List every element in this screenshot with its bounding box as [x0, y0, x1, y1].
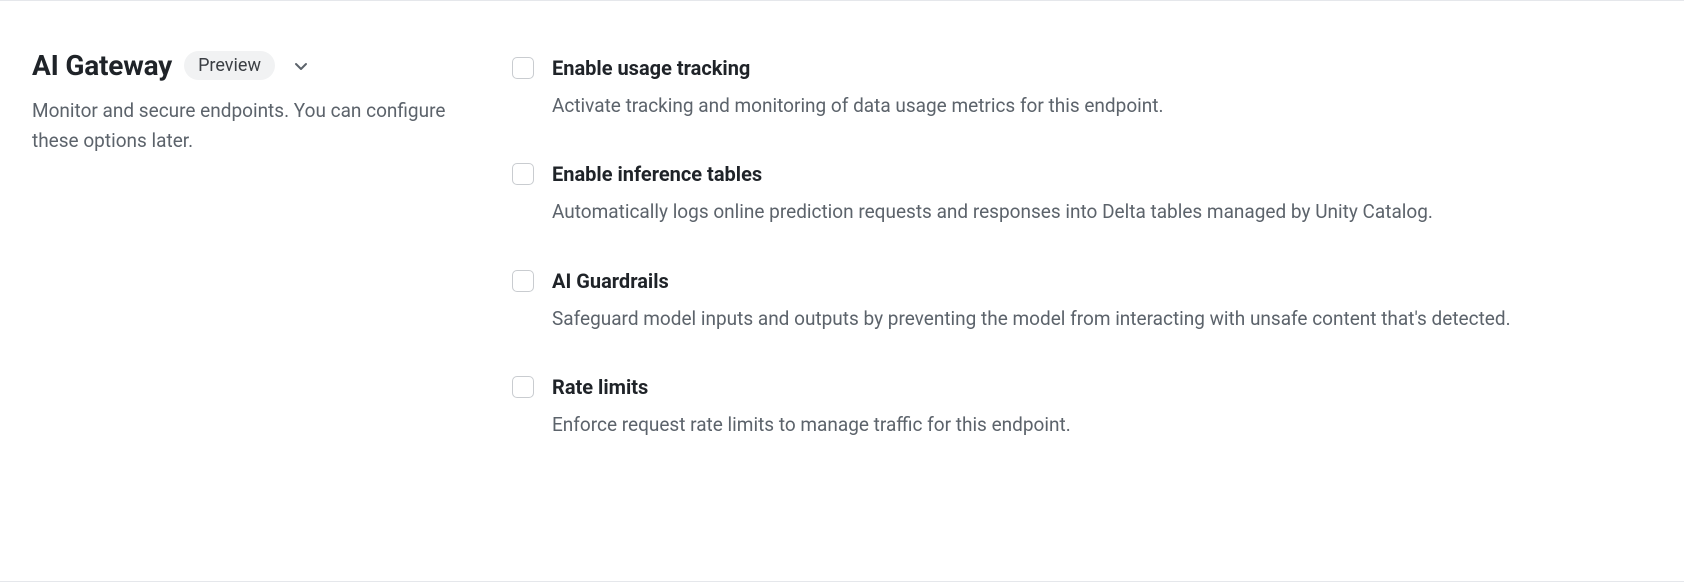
- chevron-down-icon[interactable]: [291, 56, 311, 76]
- option-title: AI Guardrails: [552, 268, 1652, 294]
- usage-tracking-checkbox[interactable]: [512, 57, 534, 79]
- option-text: AI Guardrails Safeguard model inputs and…: [552, 268, 1652, 334]
- ai-gateway-section: AI Gateway Preview Monitor and secure en…: [0, 0, 1684, 582]
- option-ai-guardrails: AI Guardrails Safeguard model inputs and…: [512, 268, 1652, 334]
- option-inference-tables: Enable inference tables Automatically lo…: [512, 161, 1652, 227]
- option-text: Enable usage tracking Activate tracking …: [552, 55, 1652, 121]
- option-description: Activate tracking and monitoring of data…: [552, 91, 1652, 121]
- option-title: Enable usage tracking: [552, 55, 1652, 81]
- option-rate-limits: Rate limits Enforce request rate limits …: [512, 374, 1652, 440]
- preview-badge: Preview: [184, 51, 275, 80]
- option-usage-tracking: Enable usage tracking Activate tracking …: [512, 55, 1652, 121]
- inference-tables-checkbox[interactable]: [512, 163, 534, 185]
- option-description: Safeguard model inputs and outputs by pr…: [552, 304, 1652, 334]
- section-header-column: AI Gateway Preview Monitor and secure en…: [32, 49, 512, 533]
- option-description: Enforce request rate limits to manage tr…: [552, 410, 1652, 440]
- rate-limits-checkbox[interactable]: [512, 376, 534, 398]
- ai-guardrails-checkbox[interactable]: [512, 270, 534, 292]
- option-text: Enable inference tables Automatically lo…: [552, 161, 1652, 227]
- option-description: Automatically logs online prediction req…: [552, 197, 1652, 227]
- section-header-row: AI Gateway Preview: [32, 49, 472, 82]
- option-title: Rate limits: [552, 374, 1652, 400]
- option-title: Enable inference tables: [552, 161, 1652, 187]
- option-text: Rate limits Enforce request rate limits …: [552, 374, 1652, 440]
- options-column: Enable usage tracking Activate tracking …: [512, 49, 1652, 533]
- section-title: AI Gateway: [32, 49, 172, 82]
- section-description: Monitor and secure endpoints. You can co…: [32, 96, 452, 157]
